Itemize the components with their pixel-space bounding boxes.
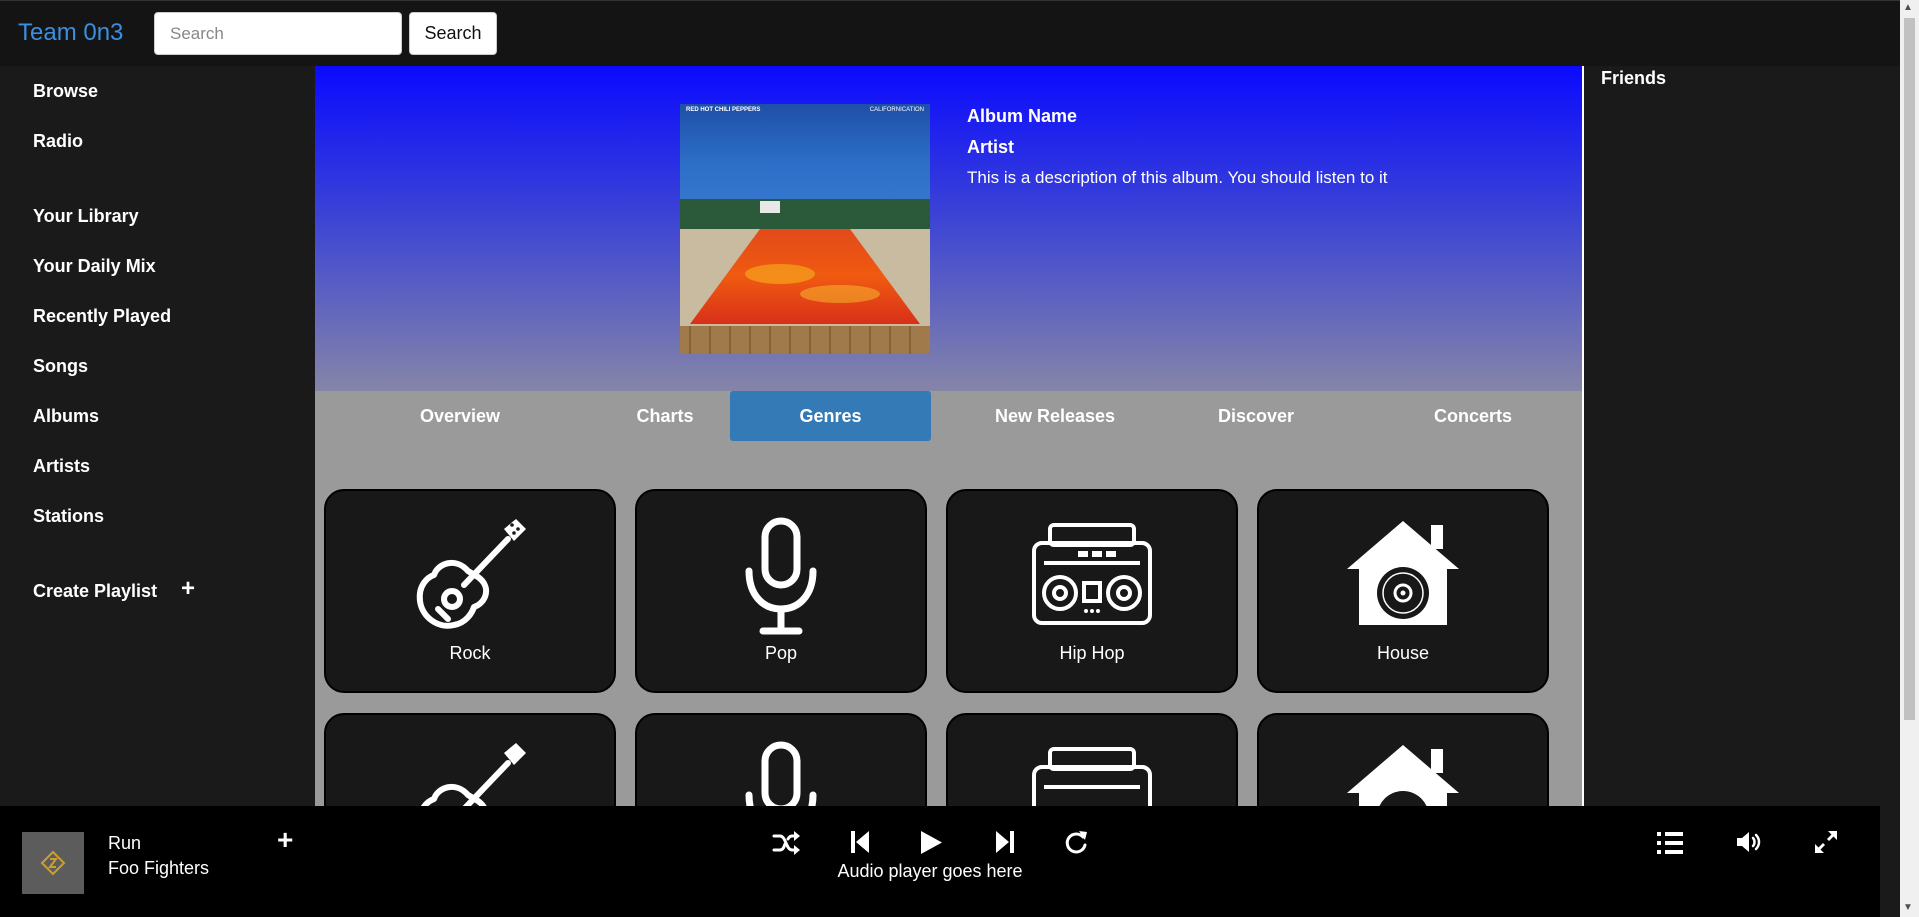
sidebar: Browse Radio Your Library Your Daily Mix… bbox=[0, 66, 315, 806]
microphone-icon bbox=[745, 741, 817, 806]
sidebar-item-your-library[interactable]: Your Library bbox=[33, 206, 139, 227]
microphone-icon bbox=[745, 517, 817, 635]
search-input[interactable] bbox=[154, 12, 402, 55]
play-icon[interactable] bbox=[919, 830, 943, 855]
house-record-icon bbox=[1347, 745, 1459, 806]
guitar-icon bbox=[420, 743, 526, 806]
album-artist[interactable]: Artist bbox=[967, 137, 1014, 158]
audio-player-placeholder: Audio player goes here bbox=[837, 861, 1023, 881]
tab-bar: Overview Charts Genres New Releases Disc… bbox=[315, 391, 1582, 441]
genre-card-hip-hop[interactable]: Hip Hop bbox=[946, 489, 1238, 693]
friends-panel: Friends bbox=[1582, 66, 1900, 806]
album-art-title-text: CALIFORNICATION bbox=[870, 107, 924, 113]
brand-logo[interactable]: Team 0n3 bbox=[18, 19, 123, 47]
genre-card-pop[interactable]: Pop bbox=[635, 489, 927, 693]
tab-new-releases[interactable]: New Releases bbox=[955, 391, 1155, 441]
tab-genres[interactable]: Genres bbox=[730, 391, 931, 441]
album-hero: RED HOT CHILI PEPPERS CALIFORNICATION Al… bbox=[315, 66, 1582, 391]
page-scrollbar[interactable]: ▲ ▼ bbox=[1900, 0, 1919, 917]
sidebar-item-browse[interactable]: Browse bbox=[33, 81, 98, 102]
scroll-down-arrow-icon[interactable]: ▼ bbox=[1903, 903, 1913, 913]
tab-charts[interactable]: Charts bbox=[585, 391, 745, 441]
track-title[interactable]: Run bbox=[108, 833, 141, 854]
tab-discover[interactable]: Discover bbox=[1176, 391, 1336, 441]
shuffle-icon[interactable] bbox=[772, 830, 800, 856]
genre-card-rock[interactable]: Rock bbox=[324, 489, 616, 693]
genre-card-house[interactable]: House bbox=[1257, 489, 1549, 693]
album-description: This is a description of this album. You… bbox=[967, 168, 1388, 187]
add-track-plus-icon[interactable]: + bbox=[277, 826, 293, 854]
main-content: RED HOT CHILI PEPPERS CALIFORNICATION Al… bbox=[315, 66, 1582, 806]
genre-card-rock[interactable] bbox=[324, 713, 616, 806]
house-record-icon bbox=[1347, 521, 1459, 625]
player-bar: Run Foo Fighters + Audio player goes her… bbox=[0, 806, 1880, 917]
album-art-band-text: RED HOT CHILI PEPPERS bbox=[686, 107, 760, 113]
sidebar-item-stations[interactable]: Stations bbox=[33, 506, 104, 527]
tab-concerts[interactable]: Concerts bbox=[1393, 391, 1553, 441]
sidebar-item-recently-played[interactable]: Recently Played bbox=[33, 306, 171, 327]
scroll-up-arrow-icon[interactable]: ▲ bbox=[1903, 3, 1913, 13]
previous-track-icon[interactable] bbox=[850, 830, 870, 854]
sidebar-item-radio[interactable]: Radio bbox=[33, 131, 83, 152]
genre-label: Pop bbox=[764, 643, 798, 663]
sidebar-item-albums[interactable]: Albums bbox=[33, 406, 99, 427]
fullscreen-expand-icon[interactable] bbox=[1814, 830, 1838, 854]
sidebar-item-songs[interactable]: Songs bbox=[33, 356, 88, 377]
create-playlist-plus-icon[interactable]: + bbox=[181, 577, 195, 601]
top-bar: Team 0n3 Search bbox=[0, 0, 1900, 67]
scrollbar-thumb[interactable] bbox=[1904, 18, 1915, 720]
guitar-icon bbox=[416, 519, 526, 629]
friends-title: Friends bbox=[1601, 68, 1667, 88]
queue-list-icon[interactable] bbox=[1657, 831, 1683, 855]
genre-label: House bbox=[1376, 643, 1430, 663]
genre-card-house[interactable] bbox=[1257, 713, 1549, 806]
genre-label: Rock bbox=[449, 643, 491, 663]
boombox-icon bbox=[1032, 747, 1152, 806]
create-playlist-link[interactable]: Create Playlist bbox=[33, 581, 157, 602]
volume-icon[interactable] bbox=[1736, 830, 1762, 854]
boombox-icon bbox=[1032, 523, 1152, 625]
genre-card-pop[interactable] bbox=[635, 713, 927, 806]
tab-overview[interactable]: Overview bbox=[380, 391, 540, 441]
sidebar-item-daily-mix[interactable]: Your Daily Mix bbox=[33, 256, 156, 277]
genre-label: Hip Hop bbox=[1059, 643, 1125, 663]
sidebar-item-artists[interactable]: Artists bbox=[33, 456, 90, 477]
genre-card-hip-hop[interactable] bbox=[946, 713, 1238, 806]
album-cover: RED HOT CHILI PEPPERS CALIFORNICATION bbox=[680, 104, 930, 354]
next-track-icon[interactable] bbox=[995, 830, 1015, 854]
search-button[interactable]: Search bbox=[409, 12, 497, 55]
album-name: Album Name bbox=[967, 106, 1078, 126]
repeat-icon[interactable] bbox=[1064, 829, 1088, 855]
